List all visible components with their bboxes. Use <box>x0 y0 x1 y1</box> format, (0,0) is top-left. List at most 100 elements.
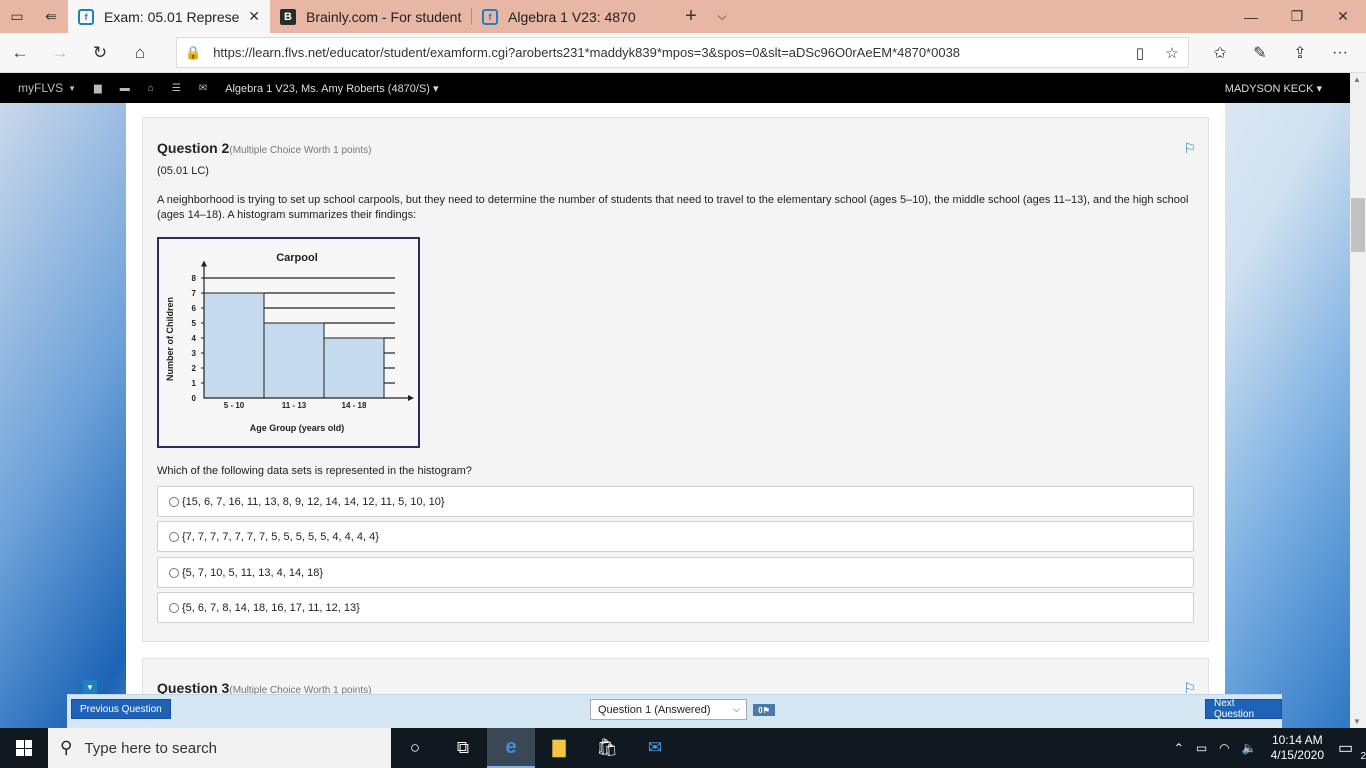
answer-choice-c[interactable]: {5, 7, 10, 5, 11, 13, 4, 14, 18} <box>157 557 1194 588</box>
browser-toolbar: ← → ↻ ⌂ 🔒 https://learn.flvs.net/educato… <box>0 33 1366 73</box>
flvs-icon: f <box>482 8 498 25</box>
refresh-icon[interactable]: ↻ <box>80 33 120 73</box>
close-tab-icon[interactable]: ✕ <box>248 8 260 25</box>
reading-view-icon[interactable]: ▯ <box>1124 44 1156 62</box>
flag-icon[interactable]: ⚐ <box>1183 140 1196 157</box>
close-window-icon[interactable]: ✕ <box>1320 0 1366 33</box>
notification-count: 2 <box>1360 751 1366 762</box>
scrollbar-thumb[interactable] <box>1351 198 1365 252</box>
home-icon[interactable]: ⌂ <box>120 33 160 73</box>
flag-count-badge[interactable]: 0 ⚑ <box>753 704 775 716</box>
question-select-value: Question 1 (Answered) <box>598 703 711 716</box>
volume-icon[interactable]: 🔈 <box>1242 741 1257 755</box>
search-placeholder: Type here to search <box>84 739 218 757</box>
restore-icon[interactable]: ❐ <box>1274 0 1320 33</box>
file-explorer-icon[interactable]: ▇ <box>535 728 583 768</box>
more-icon[interactable]: ··· <box>1320 33 1360 73</box>
y-tick-label: 0 <box>192 394 197 403</box>
search-icon: ⚲ <box>60 738 73 757</box>
back-icon[interactable]: ← <box>0 33 40 73</box>
answer-choice-b[interactable]: {7, 7, 7, 7, 7, 7, 7, 5, 5, 5, 5, 5, 4, … <box>157 521 1194 552</box>
y-tick-label: 8 <box>192 274 197 283</box>
question-title: Question 2(Multiple Choice Worth 1 point… <box>157 140 371 156</box>
set-aside-tabs-icon[interactable]: ⇚ <box>34 0 68 33</box>
inbox-icon[interactable]: ▬ <box>120 83 130 94</box>
radio-button[interactable] <box>169 602 179 613</box>
y-tick-label: 7 <box>192 289 197 298</box>
flag-count: 0 <box>758 705 763 715</box>
x-axis-arrow <box>408 395 414 401</box>
tab-exam[interactable]: f Exam: 05.01 Representir ✕ <box>68 0 270 33</box>
course-menu[interactable]: Algebra 1 V23, Ms. Amy Roberts (4870/S) … <box>225 82 438 95</box>
chevron-down-icon: ⌵ <box>733 704 740 714</box>
question-select[interactable]: Question 1 (Answered) ⌵ <box>590 699 747 720</box>
x-tick-label: 14 - 18 <box>342 401 367 410</box>
y-tick-label: 6 <box>192 304 197 313</box>
x-tick-label: 11 - 13 <box>282 401 307 410</box>
exam-content: Question 2(Multiple Choice Worth 1 point… <box>126 103 1225 728</box>
caret-down-icon: ▼ <box>68 83 77 93</box>
start-button[interactable] <box>0 728 48 768</box>
page-scrollbar[interactable]: ▲ ▼ <box>1350 73 1366 728</box>
scroll-up-icon[interactable]: ▲ <box>1353 75 1361 84</box>
myflvs-menu[interactable]: myFLVS ▼ <box>18 81 76 95</box>
next-question-button[interactable]: Next Question <box>1205 698 1282 720</box>
previous-question-button[interactable]: Previous Question <box>71 699 171 719</box>
histogram-bar <box>263 322 325 399</box>
url-text[interactable]: https://learn.flvs.net/educator/student/… <box>213 45 1124 60</box>
windows-logo-icon <box>16 740 32 756</box>
radio-button[interactable] <box>169 496 179 507</box>
chevron-down-icon[interactable]: ⌵ <box>708 0 736 33</box>
pen-icon[interactable]: ✎ <box>1240 33 1280 73</box>
question-card: Question 2(Multiple Choice Worth 1 point… <box>142 117 1209 642</box>
tab-algebra[interactable]: f Algebra 1 V23: 4870 <box>472 0 674 33</box>
list-icon[interactable]: ☰ <box>172 83 181 94</box>
minimize-icon[interactable]: — <box>1228 0 1274 33</box>
x-axis-label: Age Group (years old) <box>250 423 345 433</box>
microsoft-store-icon[interactable]: 🛍 <box>583 728 631 768</box>
battery-icon[interactable]: ▭ <box>1196 741 1207 755</box>
answer-choice-d[interactable]: {5, 6, 7, 8, 14, 18, 16, 17, 11, 12, 13} <box>157 592 1194 623</box>
favorite-star-icon[interactable]: ☆ <box>1156 44 1188 62</box>
chart-title: Carpool <box>276 252 318 264</box>
choice-text: {7, 7, 7, 7, 7, 7, 7, 5, 5, 5, 5, 5, 4, … <box>182 530 379 543</box>
answer-choice-a[interactable]: {15, 6, 7, 16, 11, 13, 8, 9, 12, 14, 14,… <box>157 486 1194 517</box>
home-icon[interactable]: ⌂ <box>148 83 154 94</box>
user-menu[interactable]: MADYSON KECK ▾ <box>1225 82 1322 95</box>
question-prompt: Which of the following data sets is repr… <box>157 465 472 477</box>
flvs-icon: f <box>78 8 94 25</box>
mail-app-icon[interactable]: ✉ <box>631 728 679 768</box>
tab-actions-icon[interactable]: ▭ <box>0 0 34 33</box>
tab-brainly[interactable]: B Brainly.com - For students. I <box>270 0 472 33</box>
histogram-bar <box>203 292 265 399</box>
course-label: Algebra 1 V23, Ms. Amy Roberts (4870/S) <box>225 82 430 95</box>
mail-icon[interactable]: ✉ <box>199 83 207 94</box>
windows-taskbar: ⚲ Type here to search ○ ⧉ e ▇ 🛍 ✉ ⌃ ▭ ◠ … <box>0 728 1366 768</box>
favorites-icon[interactable]: ✩ <box>1200 33 1240 73</box>
share-icon[interactable]: ⇪ <box>1280 33 1320 73</box>
edge-browser-icon[interactable]: e <box>487 728 535 768</box>
taskbar-clock[interactable]: 10:14 AM 4/15/2020 <box>1271 733 1324 763</box>
lock-icon[interactable]: 🔒 <box>185 45 201 61</box>
choice-text: {15, 6, 7, 16, 11, 13, 8, 9, 12, 14, 14,… <box>182 495 445 508</box>
tab-title: Exam: 05.01 Representir <box>104 8 240 25</box>
book-icon[interactable]: ▆ <box>94 83 102 94</box>
notifications-icon[interactable]: ▭ 2 <box>1338 738 1366 762</box>
new-tab-icon[interactable]: + <box>674 0 708 33</box>
question-navigation-bar: Previous Question Question 1 (Answered) … <box>67 694 1282 728</box>
cortana-icon[interactable]: ○ <box>391 728 439 768</box>
scroll-down-icon[interactable]: ▼ <box>1353 717 1361 726</box>
forward-icon[interactable]: → <box>40 33 80 73</box>
y-tick-label: 3 <box>192 349 197 358</box>
x-tick-label: 5 - 10 <box>224 401 245 410</box>
radio-button[interactable] <box>169 531 179 542</box>
tab-title: Algebra 1 V23: 4870 <box>508 8 636 25</box>
task-view-icon[interactable]: ⧉ <box>439 728 487 768</box>
address-bar[interactable]: 🔒 https://learn.flvs.net/educator/studen… <box>176 37 1189 68</box>
radio-button[interactable] <box>169 567 179 578</box>
taskbar-search[interactable]: ⚲ Type here to search <box>48 728 391 768</box>
chevron-up-icon[interactable]: ⌃ <box>1174 741 1184 755</box>
wifi-icon[interactable]: ◠ <box>1219 741 1229 755</box>
histogram-figure: Carpool Number of Children Age Group (ye… <box>157 237 420 448</box>
collapse-toggle-icon[interactable]: ▼ <box>83 680 97 694</box>
